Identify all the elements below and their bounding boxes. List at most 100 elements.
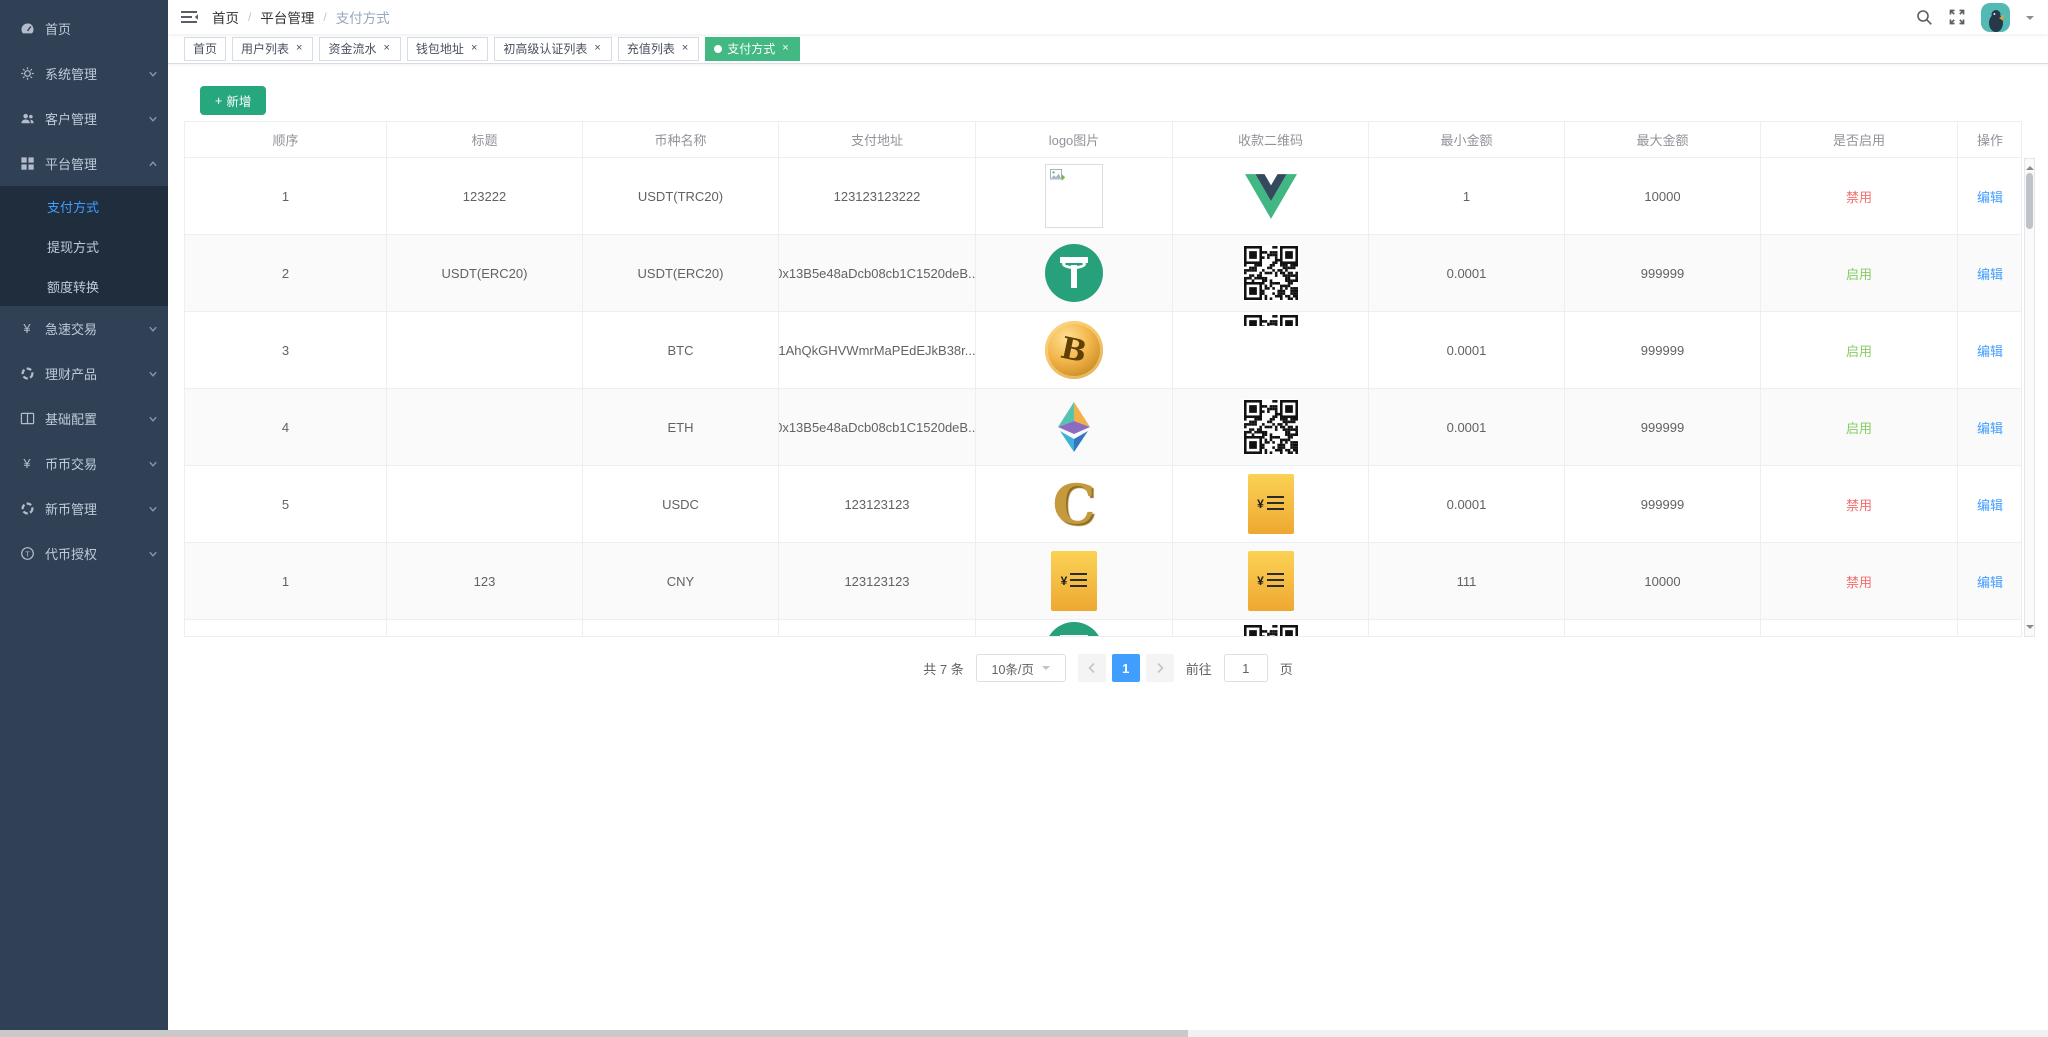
yellow-banner-image[interactable]: ¥ — [1051, 551, 1097, 611]
qr-code-image[interactable] — [1242, 245, 1299, 301]
broken-image-placeholder[interactable] — [1045, 164, 1103, 228]
tab-wallet-address[interactable]: 钱包地址 × — [406, 36, 489, 61]
edit-link[interactable]: 编辑 — [1977, 341, 2003, 360]
sidebar-item-withdraw-method[interactable]: 提现方式 — [0, 226, 168, 266]
scrollbar-thumb[interactable] — [0, 1030, 1188, 1037]
breadcrumb-item: 支付方式 — [335, 11, 390, 26]
sidebar-item-base-config[interactable]: 基础配置 — [0, 396, 168, 441]
cell-title — [387, 312, 583, 389]
page-size-value: 10条/页 — [991, 662, 1034, 677]
prev-page-button[interactable] — [1077, 654, 1106, 682]
usdc-logo-image[interactable]: C — [1053, 477, 1096, 531]
sidebar-item-fast-trade[interactable]: ¥ 急速交易 — [0, 306, 168, 351]
status-text: 禁用 — [1845, 189, 1872, 205]
sidebar-item-coin-trade[interactable]: ¥ 币币交易 — [0, 441, 168, 486]
cell-seq — [185, 620, 387, 636]
tab-home[interactable]: 首页 — [184, 36, 227, 61]
breadcrumb-item[interactable]: 平台管理 — [260, 7, 314, 27]
bitcoin-logo-image[interactable]: B — [1045, 321, 1103, 379]
table-row: 5 USDC 123123123 C ¥0.0001 999999 禁用 编辑 — [185, 466, 2021, 543]
scrollbar-thumb[interactable] — [2026, 173, 2033, 229]
sidebar-item-platform[interactable]: 平台管理 — [0, 141, 168, 186]
edit-link[interactable]: 编辑 — [1977, 572, 2003, 591]
avatar[interactable] — [1981, 2, 2010, 32]
cell-address: 123123123 — [779, 466, 976, 543]
close-icon[interactable]: × — [381, 42, 391, 55]
close-icon[interactable]: × — [469, 42, 479, 55]
chevron-down-icon — [148, 69, 158, 79]
close-icon[interactable]: × — [680, 42, 690, 55]
cell-action: 编辑 — [1958, 235, 2021, 312]
scroll-up-arrow-icon[interactable] — [2026, 162, 2034, 170]
cell-coin: USDC — [583, 466, 779, 543]
cell-seq: 1 — [185, 543, 387, 620]
qr-code-image[interactable] — [1242, 399, 1299, 455]
payment-methods-table: 顺序 标题 币种名称 支付地址 logo图片 收款二维码 最小金额 最大金额 是否启用 操作 11… — [184, 121, 2022, 637]
cell-qrcode — [1173, 235, 1369, 312]
yellow-banner-image[interactable]: ¥ — [1247, 551, 1294, 611]
sidebar-item-token-auth[interactable]: T 代币授权 — [0, 531, 168, 576]
pagination: 共 7 条 10条/页 1 前往 页 — [168, 653, 2048, 683]
tab-recharge-list[interactable]: 充值列表 × — [617, 36, 700, 61]
tether-logo-image[interactable] — [1045, 244, 1103, 302]
chevron-down-icon — [148, 549, 158, 559]
sidebar-item-label: 平台管理 — [45, 157, 98, 172]
tab-fund-flow[interactable]: 资金流水 × — [319, 36, 401, 61]
cell-address — [779, 620, 976, 636]
tab-label: 支付方式 — [727, 42, 776, 56]
cell-address: 0x13B5e48aDcb08cb1C1520deB... — [779, 235, 976, 312]
qr-code-image-clipped[interactable] — [1242, 315, 1299, 326]
tether-logo-image[interactable] — [1045, 622, 1103, 636]
sidebar-item-system[interactable]: 系统管理 — [0, 51, 168, 96]
cell-status: 禁用 — [1761, 543, 1958, 620]
vue-logo-image[interactable] — [1244, 173, 1297, 219]
sidebar-item-customer[interactable]: 客户管理 — [0, 96, 168, 141]
close-icon[interactable]: × — [592, 42, 602, 55]
goto-page-input[interactable] — [1223, 654, 1268, 682]
sidebar-item-quota-convert[interactable]: 额度转换 — [0, 266, 168, 306]
plus-icon: + — [215, 93, 223, 108]
add-button[interactable]: + 新增 — [200, 86, 267, 115]
cell-address: 123123123222 — [779, 158, 976, 235]
cell-coin: USDT(ERC20) — [583, 235, 779, 312]
edit-link[interactable]: 编辑 — [1977, 264, 2003, 283]
breadcrumb-separator: / — [323, 10, 327, 24]
yellow-banner-image[interactable]: ¥ — [1247, 474, 1294, 534]
horizontal-scrollbar[interactable] — [0, 1030, 2048, 1037]
sidebar-item-wealth-product[interactable]: 理财产品 — [0, 351, 168, 396]
tab-label: 首页 — [193, 42, 218, 56]
page-number-button[interactable]: 1 — [1111, 654, 1140, 682]
hamburger-icon[interactable] — [168, 0, 212, 34]
edit-link[interactable]: 编辑 — [1977, 187, 2003, 206]
edit-link[interactable]: 编辑 — [1977, 495, 2003, 514]
close-icon[interactable]: × — [780, 42, 790, 55]
search-icon[interactable] — [1916, 9, 1933, 26]
goto-label: 前往 — [1185, 661, 1212, 677]
sidebar-item-label: 额度转换 — [47, 279, 100, 295]
chevron-down-icon[interactable] — [2026, 16, 2034, 24]
next-page-button[interactable] — [1145, 654, 1174, 682]
tab-user-list[interactable]: 用户列表 × — [232, 36, 314, 61]
sidebar-item-new-coin[interactable]: 新币管理 — [0, 486, 168, 531]
navbar-right — [1916, 2, 2048, 32]
edit-link[interactable]: 编辑 — [1977, 418, 2003, 437]
cell-seq: 1 — [185, 158, 387, 235]
fullscreen-icon[interactable] — [1949, 9, 1965, 25]
page-size-select[interactable]: 10条/页 — [975, 654, 1066, 682]
cell-action: 编辑 — [1958, 389, 2021, 466]
ethereum-logo-image[interactable] — [1051, 401, 1097, 453]
cell-max: 10000 — [1565, 543, 1761, 620]
tab-payment-method[interactable]: 支付方式 × — [705, 36, 800, 61]
qr-code-image-clipped[interactable] — [1242, 625, 1299, 636]
tab-kyc-list[interactable]: 初高级认证列表 × — [494, 36, 612, 61]
close-icon[interactable]: × — [294, 42, 304, 55]
gear-icon — [18, 66, 36, 81]
table-vertical-scrollbar[interactable] — [2024, 158, 2035, 637]
scroll-down-arrow-icon[interactable] — [2026, 625, 2034, 633]
chevron-down-icon — [148, 369, 158, 379]
breadcrumb-item[interactable]: 首页 — [212, 7, 239, 27]
sidebar-item-home[interactable]: 首页 — [0, 6, 168, 51]
page-unit-label: 页 — [1279, 661, 1293, 677]
sidebar-item-payment-method[interactable]: 支付方式 — [0, 186, 168, 226]
cell-qrcode — [1173, 312, 1369, 389]
